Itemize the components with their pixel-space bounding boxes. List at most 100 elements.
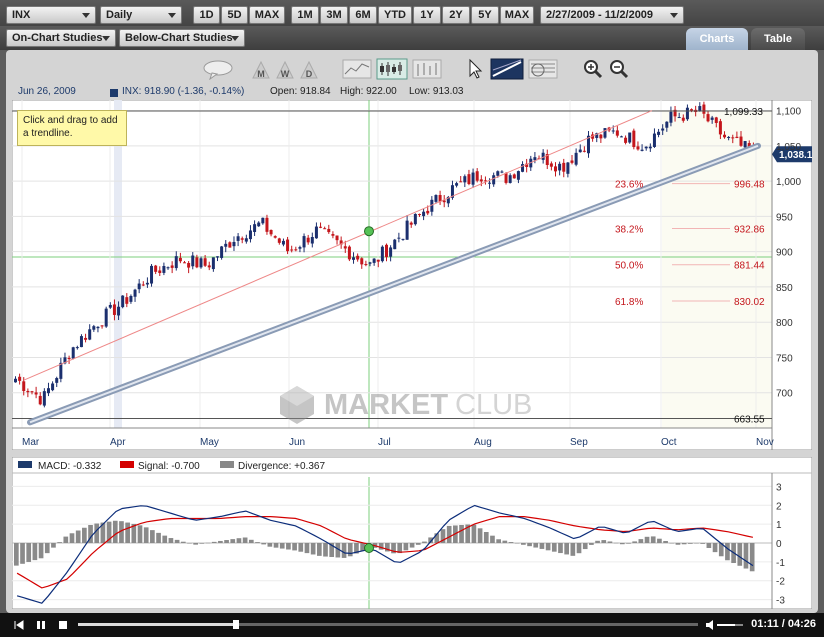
candle-body — [14, 378, 17, 383]
candle-body — [380, 246, 384, 262]
divergence-bar — [341, 543, 347, 558]
speech-bubble-icon[interactable] — [200, 58, 236, 80]
macd-y-tick-label: 0 — [776, 539, 782, 550]
candle-body — [492, 175, 496, 185]
divergence-bar — [267, 543, 273, 547]
candle-body — [562, 162, 566, 172]
range-6m-button[interactable]: 6M — [349, 6, 377, 24]
candle-body — [96, 326, 100, 329]
range-max-button[interactable]: MAX — [500, 6, 534, 24]
tab-table[interactable]: Table — [751, 28, 805, 50]
macd-chart[interactable]: 3 2 1 0 -1 -2 -3 — [12, 457, 812, 609]
divergence-bar — [218, 540, 223, 543]
candle-body — [364, 264, 368, 266]
fib-value-label: 996.48 — [734, 180, 765, 191]
trendline-tool-icon[interactable] — [490, 58, 524, 80]
candle-body — [211, 257, 215, 270]
divergence-bar — [681, 543, 687, 545]
seek-progress — [78, 623, 236, 626]
period-select[interactable]: Daily — [100, 6, 182, 24]
stop-icon[interactable] — [58, 620, 68, 630]
trendline-anchor-handle[interactable] — [364, 226, 374, 237]
trendline-tooltip: Click and drag to add a trendline. — [17, 110, 127, 146]
range-1d-button[interactable]: 1D — [193, 6, 220, 24]
range-1y-button[interactable]: 1Y — [413, 6, 441, 24]
divergence-bar — [57, 542, 62, 543]
divergence-bar — [589, 543, 594, 545]
candle-body — [42, 391, 46, 406]
divergence-bar — [626, 543, 631, 544]
candle-body — [434, 195, 438, 202]
pause-icon[interactable] — [36, 620, 46, 630]
candle-body — [632, 130, 636, 148]
seek-handle[interactable] — [233, 620, 239, 629]
candle-body — [84, 337, 88, 340]
divergence-bar — [347, 543, 353, 557]
candle-body — [224, 243, 228, 247]
range-1m-button[interactable]: 1M — [291, 6, 319, 24]
candle-body — [71, 347, 75, 359]
divergence-bar — [236, 538, 242, 543]
quote-date: Jun 26, 2009 — [18, 86, 76, 97]
divergence-bar — [248, 539, 254, 543]
candle-body — [22, 381, 26, 391]
line-chart-icon[interactable] — [342, 58, 372, 80]
zoom-in-icon[interactable] — [582, 58, 604, 80]
range-5y-button[interactable]: 5Y — [471, 6, 499, 24]
y-tick-label: 1,000 — [776, 177, 801, 188]
candlestick-chart-icon[interactable] — [376, 58, 408, 80]
divergence-bar — [694, 543, 699, 544]
candle-body — [191, 255, 195, 267]
candle-body — [640, 149, 644, 151]
candle-body — [442, 200, 446, 203]
monthly-m-icon[interactable]: M — [252, 58, 270, 80]
candle-body — [661, 128, 665, 131]
divergence-bar — [378, 543, 384, 550]
candle-body — [413, 213, 417, 225]
range-2y-button[interactable]: 2Y — [442, 6, 470, 24]
candle-body — [331, 234, 335, 236]
candle-body — [207, 265, 211, 268]
candle-body — [265, 217, 269, 232]
bar-chart-icon[interactable] — [412, 58, 442, 80]
y-tick-label: 850 — [776, 283, 793, 294]
candle-body — [347, 246, 351, 260]
candle-body — [409, 222, 413, 225]
volume-icon[interactable] — [705, 619, 745, 631]
tab-charts[interactable]: Charts — [686, 28, 748, 50]
daily-d-icon[interactable]: D — [300, 58, 318, 80]
chevron-down-icon — [168, 13, 176, 18]
zoom-out-icon[interactable] — [608, 58, 630, 80]
candle-body — [393, 239, 397, 250]
rewind-icon[interactable] — [14, 620, 24, 630]
weekly-w-icon[interactable]: W — [276, 58, 294, 80]
candle-body — [516, 171, 520, 180]
candle-body — [314, 226, 318, 239]
divergence-bar — [32, 543, 38, 561]
fibonacci-tool-icon[interactable] — [528, 58, 558, 80]
quote-text: INX: 918.90 (-1.36, -0.14%) — [122, 86, 245, 97]
symbol-select[interactable]: INX — [6, 6, 96, 24]
signal-swatch — [120, 461, 134, 468]
below-chart-studies-select[interactable]: Below-Chart Studies — [119, 29, 245, 47]
x-month-label: May — [200, 437, 219, 448]
candle-body — [154, 265, 158, 272]
candle-body — [677, 117, 681, 119]
date-range-select[interactable]: 2/27/2009 - 11/2/2009 — [540, 6, 684, 24]
price-chart[interactable]: 1,099.33 663.55 23.6% 996.48 38.2% 932.86 50.0… — [12, 100, 812, 450]
candle-body — [34, 392, 38, 395]
candle-body — [463, 176, 467, 183]
divergence-bar — [471, 524, 477, 543]
quote-swatch — [110, 89, 118, 97]
y-tick-label: 900 — [776, 248, 793, 259]
divergence-bar — [533, 543, 539, 548]
cursor-arrow-icon[interactable] — [466, 58, 484, 80]
candle-body — [570, 160, 574, 163]
range-max-intraday-button[interactable]: MAX — [249, 6, 285, 24]
on-chart-studies-select[interactable]: On-Chart Studies — [6, 29, 116, 47]
fib-percent-label: 61.8% — [615, 297, 643, 308]
range-3m-button[interactable]: 3M — [320, 6, 348, 24]
candle-body — [611, 130, 615, 132]
range-ytd-button[interactable]: YTD — [378, 6, 412, 24]
range-5d-button[interactable]: 5D — [221, 6, 248, 24]
